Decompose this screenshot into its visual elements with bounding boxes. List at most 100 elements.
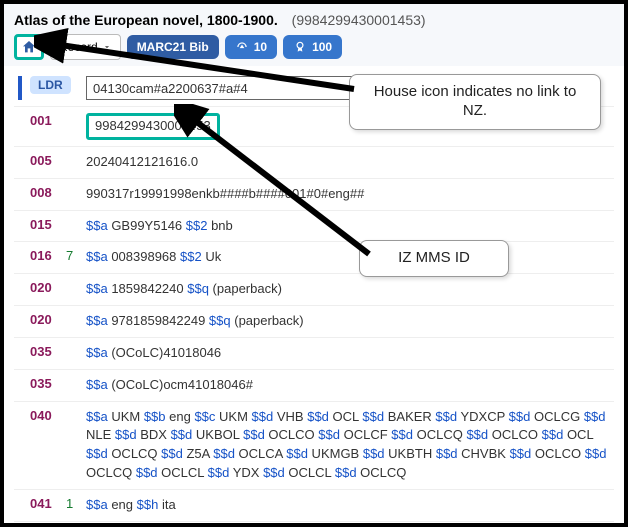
- subfield-text: Uk: [202, 249, 222, 264]
- app-frame: Atlas of the European novel, 1800-1900. …: [0, 0, 628, 527]
- subfield-text: YDX: [229, 465, 263, 480]
- subfield-code: $$d: [363, 446, 385, 461]
- home-button[interactable]: [14, 34, 44, 60]
- subfield-text: Z5A: [183, 446, 213, 461]
- row-selection-bar: [18, 113, 22, 140]
- award-icon: [293, 40, 307, 54]
- marc-row[interactable]: 049$$a MAIN: [14, 521, 614, 527]
- marc-row[interactable]: 040 $$a UKM $$b eng $$c UKM $$d VHB $$d O…: [14, 401, 614, 489]
- subfield-text: UKMGB: [308, 446, 363, 461]
- subfield-code: $$2: [186, 218, 208, 233]
- subfield-text: OCLCQ: [86, 465, 136, 480]
- subfield-code: $$d: [391, 427, 413, 442]
- marc-tag: 035: [30, 376, 66, 391]
- subfield-text: OCL: [329, 409, 362, 424]
- marc-value: $$a GB99Y5146 $$2 bnb: [86, 217, 610, 236]
- marc-indicator: 7: [66, 248, 86, 263]
- subfield-code: $$d: [318, 427, 340, 442]
- subfield-code: $$d: [171, 427, 193, 442]
- callout-house: House icon indicates no link to NZ.: [349, 74, 601, 130]
- marc-value: $$a 9781859842249 $$q (paperback): [86, 312, 610, 331]
- subfield-text: eng: [108, 497, 137, 512]
- marc-tag: 020: [30, 312, 66, 327]
- row-selection-bar: [18, 376, 22, 395]
- subfield-code: $$d: [510, 446, 532, 461]
- mms-id-box: 9984299430001453: [86, 113, 220, 140]
- subfield-code: $$d: [584, 409, 606, 424]
- subfield-code: $$d: [466, 427, 488, 442]
- header: Atlas of the European novel, 1800-1900. …: [4, 4, 624, 66]
- marc-tag: 016: [30, 248, 66, 263]
- marc-value: $$a eng $$h ita: [86, 496, 610, 515]
- marc-row[interactable]: 0167$$a 008398968 $$2 Uk: [14, 241, 614, 273]
- row-selection-bar: [18, 344, 22, 363]
- subfield-code: $$d: [115, 427, 137, 442]
- ldr-pill: LDR: [30, 76, 71, 94]
- subfield-code: $$d: [252, 409, 274, 424]
- marc-row[interactable]: 015 $$a GB99Y5146 $$2 bnb: [14, 210, 614, 242]
- row-selection-bar: [18, 280, 22, 299]
- row-selection-bar: [18, 248, 22, 267]
- subfield-text: OCLCA: [235, 446, 286, 461]
- chip-10-label: 10: [254, 40, 267, 54]
- subfield-code: $$d: [136, 465, 158, 480]
- subfield-text: 008398968: [108, 249, 180, 264]
- marc-tag: LDR: [30, 76, 66, 94]
- marc-value: 20240412121616.0: [86, 153, 610, 172]
- subfield-text: (OCoLC)41018046: [108, 345, 221, 360]
- row-selection-bar: [18, 153, 22, 172]
- marc-value: 990317r19991998enkb####b####001#0#eng##: [86, 185, 610, 204]
- chevron-down-icon: [102, 42, 112, 52]
- marc-row[interactable]: 035$$a (OCoLC)41018046: [14, 337, 614, 369]
- chip-marc[interactable]: MARC21 Bib: [127, 35, 219, 59]
- subfield-code: $$a: [86, 497, 108, 512]
- subfield-code: $$d: [585, 446, 607, 461]
- subfield-text: UKM: [108, 409, 144, 424]
- marc-row[interactable]: 00520240412121616.0: [14, 146, 614, 178]
- subfield-text: UKBTH: [385, 446, 436, 461]
- marc-row[interactable]: 035 $$a (OCoLC)ocm41018046#: [14, 369, 614, 401]
- subfield-text: OCLCG: [530, 409, 583, 424]
- subfield-text: VHB: [273, 409, 307, 424]
- record-id-paren: (9984299430001453): [292, 12, 426, 28]
- subfield-text: OCLCQ: [108, 446, 161, 461]
- marc-row[interactable]: 020$$a 1859842240 $$q (paperback): [14, 273, 614, 305]
- subfield-text: GB99Y5146: [108, 218, 186, 233]
- subfield-code: $$d: [335, 465, 357, 480]
- subfield-code: $$q: [187, 281, 209, 296]
- subfield-text: 1859842240: [108, 281, 188, 296]
- row-selection-bar: [18, 312, 22, 331]
- row-selection-bar: [18, 76, 22, 100]
- marc-rows: LDR001998429943000145300520240412121616.…: [4, 66, 624, 527]
- subfield-text: eng: [166, 409, 195, 424]
- marc-value: $$a UKM $$b eng $$c UKM $$d VHB $$d OCL …: [86, 408, 610, 483]
- marc-tag: 041: [30, 496, 66, 511]
- marc-value: $$a (OCoLC)ocm41018046#: [86, 376, 610, 395]
- subfield-code: $$b: [144, 409, 166, 424]
- subfield-text: BDX: [137, 427, 171, 442]
- subfield-text: (OCoLC)ocm41018046#: [108, 377, 253, 392]
- subfield-code: $$d: [161, 446, 183, 461]
- chip-100[interactable]: 100: [283, 35, 342, 59]
- marc-value: $$a 008398968 $$2 Uk: [86, 248, 610, 267]
- marc-tag: 015: [30, 217, 66, 232]
- chip-marc-label: MARC21 Bib: [137, 40, 209, 54]
- record-button[interactable]: Record: [50, 34, 121, 60]
- subfield-text: OCLCO: [265, 427, 318, 442]
- subfield-text: CHVBK: [458, 446, 510, 461]
- subfield-code: $$a: [86, 377, 108, 392]
- row-selection-bar: [18, 496, 22, 515]
- marc-tag: 008: [30, 185, 66, 200]
- marc-tag: 035: [30, 344, 66, 359]
- subfield-code: $$a: [86, 409, 108, 424]
- marc-row[interactable]: 020 $$a 9781859842249 $$q (paperback): [14, 305, 614, 337]
- subfield-code: $$d: [263, 465, 285, 480]
- marc-row[interactable]: 008 990317r19991998enkb####b####001#0#eng…: [14, 178, 614, 210]
- chip-10[interactable]: 10: [225, 35, 277, 59]
- subfield-text: OCLCO: [531, 446, 584, 461]
- marc-tag: 040: [30, 408, 66, 423]
- record-title: Atlas of the European novel, 1800-1900.: [14, 12, 278, 28]
- subfield-text: UKM: [215, 409, 251, 424]
- subfield-code: $$2: [180, 249, 202, 264]
- marc-row[interactable]: 0411$$a eng $$h ita: [14, 489, 614, 521]
